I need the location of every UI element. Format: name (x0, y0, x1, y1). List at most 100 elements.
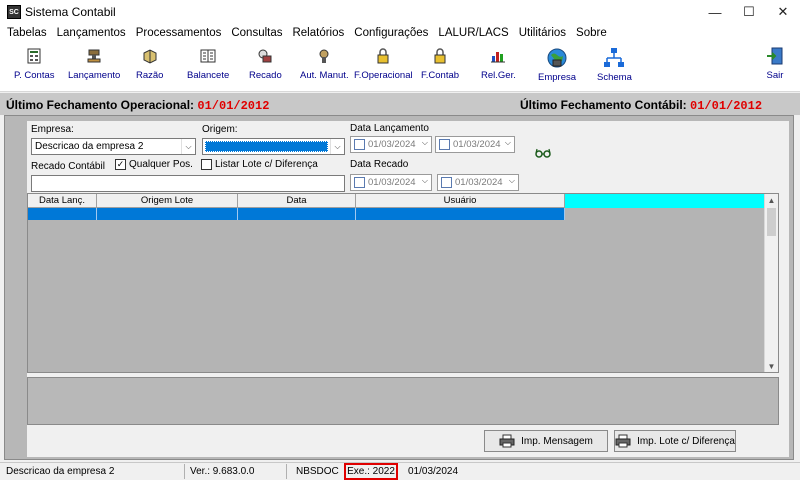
f-contab-button[interactable]: F.Contab (421, 46, 459, 81)
status-exercise: Exe.: 2022 (344, 463, 398, 480)
balance-sheet-icon (198, 46, 218, 66)
exit-door-icon (765, 46, 785, 66)
menu-sobre[interactable]: Sobre (571, 27, 612, 39)
vertical-scrollbar[interactable]: ▲ ▼ (764, 194, 778, 372)
listar-lote-checkbox[interactable]: Listar Lote c/ Diferença (201, 159, 318, 170)
printer-icon (615, 434, 631, 448)
sair-button[interactable]: Sair (765, 46, 785, 81)
table-cell (238, 208, 356, 220)
menu-utilitarios[interactable]: Utilitários (514, 27, 571, 39)
data-recado-label: Data Recado (350, 159, 409, 170)
status-date: 01/03/2024 (408, 466, 459, 477)
date-checkbox[interactable] (354, 139, 365, 150)
data-recado-from-value: 01/03/2024 (368, 177, 416, 188)
bar-chart-icon (488, 46, 508, 66)
printer-icon (499, 434, 515, 448)
empresa-button[interactable]: Empresa (538, 46, 576, 83)
menu-configuracoes[interactable]: Configurações (349, 27, 433, 39)
qualquer-pos-checkbox[interactable]: ✓ Qualquer Pos. (115, 159, 193, 170)
data-lancamento-from[interactable]: 01/03/2024 ⌵ (350, 136, 432, 153)
lancamento-label: Lançamento (68, 70, 121, 81)
f-operacional-label: F.Operacional (354, 70, 413, 81)
imp-lote-button[interactable]: Imp. Lote c/ Diferença (614, 430, 736, 452)
schema-button[interactable]: Schema (597, 46, 632, 83)
closing-dates-band: Último Fechamento Operacional: 01/01/201… (0, 93, 800, 115)
message-area[interactable] (27, 377, 779, 425)
origem-select[interactable]: ⌵ (202, 138, 345, 155)
table-cell (28, 208, 97, 220)
aut-manut-label: Aut. Manut. (300, 70, 349, 81)
imp-mensagem-label: Imp. Mensagem (521, 435, 593, 447)
grid-header-filler (565, 194, 765, 208)
empresa-field-label: Empresa: (31, 124, 74, 135)
date-checkbox[interactable] (441, 177, 452, 188)
chevron-down-icon: ⌵ (330, 139, 344, 154)
chevron-down-icon: ⌵ (504, 138, 511, 147)
checkbox-box (201, 159, 212, 170)
status-version: Ver.: 9.683.0.0 (190, 466, 255, 477)
p-contas-label: P. Contas (14, 70, 55, 81)
sair-label: Sair (766, 70, 784, 81)
column-header[interactable]: Usuário (356, 194, 565, 208)
grid-header: Data Lanç. Origem Lote Data Usuário (28, 194, 565, 208)
table-row[interactable] (28, 208, 565, 220)
balancete-label: Balancete (187, 70, 230, 81)
column-header[interactable]: Data Lanç. (28, 194, 97, 208)
column-header[interactable]: Origem Lote (97, 194, 238, 208)
app-icon: SC (7, 5, 21, 19)
window-title: Sistema Contabil (25, 5, 116, 19)
operational-closing-label: Último Fechamento Operacional: (6, 98, 195, 112)
menu-consultas[interactable]: Consultas (226, 27, 287, 39)
chevron-down-icon: ⌵ (181, 139, 195, 154)
status-empresa: Descricao da empresa 2 (6, 466, 115, 477)
chevron-down-icon: ⌵ (508, 176, 515, 185)
minimize-button[interactable]: — (698, 0, 732, 24)
scroll-thumb[interactable] (767, 208, 776, 236)
status-bar: Descricao da empresa 2 Ver.: 9.683.0.0 N… (0, 462, 800, 480)
f-operacional-button[interactable]: F.Operacional (354, 46, 413, 81)
rel-ger-button[interactable]: Rel.Ger. (481, 46, 516, 81)
data-lancamento-to[interactable]: 01/03/2024 ⌵ (435, 136, 515, 153)
maximize-button[interactable]: ☐ (732, 0, 766, 24)
empresa-select[interactable]: Descricao da empresa 2 ⌵ (31, 138, 196, 155)
recado-contabil-input[interactable] (31, 175, 345, 192)
column-header[interactable]: Data (238, 194, 356, 208)
lancamentos-grid[interactable]: Data Lanç. Origem Lote Data Usuário ▲ ▼ (27, 193, 779, 373)
data-lancamento-to-value: 01/03/2024 (453, 139, 501, 150)
p-contas-button[interactable]: P. Contas (14, 46, 55, 81)
close-button[interactable]: ✕ (766, 0, 800, 24)
schema-label: Schema (597, 72, 632, 83)
data-recado-to[interactable]: 01/03/2024 ⌵ (437, 174, 519, 191)
menu-tabelas[interactable]: Tabelas (2, 27, 52, 39)
glasses-icon[interactable] (535, 148, 551, 161)
schema-icon (602, 46, 626, 70)
razao-button[interactable]: Razão (136, 46, 163, 81)
date-checkbox[interactable] (354, 177, 365, 188)
date-checkbox[interactable] (439, 139, 450, 150)
balancete-button[interactable]: Balancete (187, 46, 229, 81)
table-cell (356, 208, 565, 220)
scroll-up-icon[interactable]: ▲ (765, 194, 778, 206)
menu-relatorios[interactable]: Relatórios (287, 27, 349, 39)
lock-icon (373, 46, 393, 66)
status-exercise-value: Exe.: 2022 (347, 466, 395, 477)
title-bar: SC Sistema Contabil — ☐ ✕ (0, 0, 800, 24)
data-recado-from[interactable]: 01/03/2024 ⌵ (350, 174, 432, 191)
imp-mensagem-button[interactable]: Imp. Mensagem (484, 430, 608, 452)
ledger-icon (24, 46, 44, 66)
data-recado-to-value: 01/03/2024 (455, 177, 503, 188)
message-icon (255, 46, 275, 66)
scroll-down-icon[interactable]: ▼ (765, 360, 778, 372)
recado-label: Recado (249, 70, 282, 81)
menu-lalur-lacs[interactable]: LALUR/LACS (433, 27, 513, 39)
origem-field-label: Origem: (202, 124, 238, 135)
checkbox-box: ✓ (115, 159, 126, 170)
toolbar: P. Contas Lançamento Razão Balancete Rec… (0, 42, 800, 92)
menu-processamentos[interactable]: Processamentos (131, 27, 227, 39)
recado-button[interactable]: Recado (249, 46, 282, 81)
menu-lancamentos[interactable]: Lançamentos (52, 27, 131, 39)
wrench-icon (314, 46, 334, 66)
lancamento-button[interactable]: Lançamento (68, 46, 120, 81)
accounting-closing: Último Fechamento Contábil: 01/01/2012 (520, 98, 762, 113)
aut-manut-button[interactable]: Aut. Manut. (300, 46, 349, 81)
